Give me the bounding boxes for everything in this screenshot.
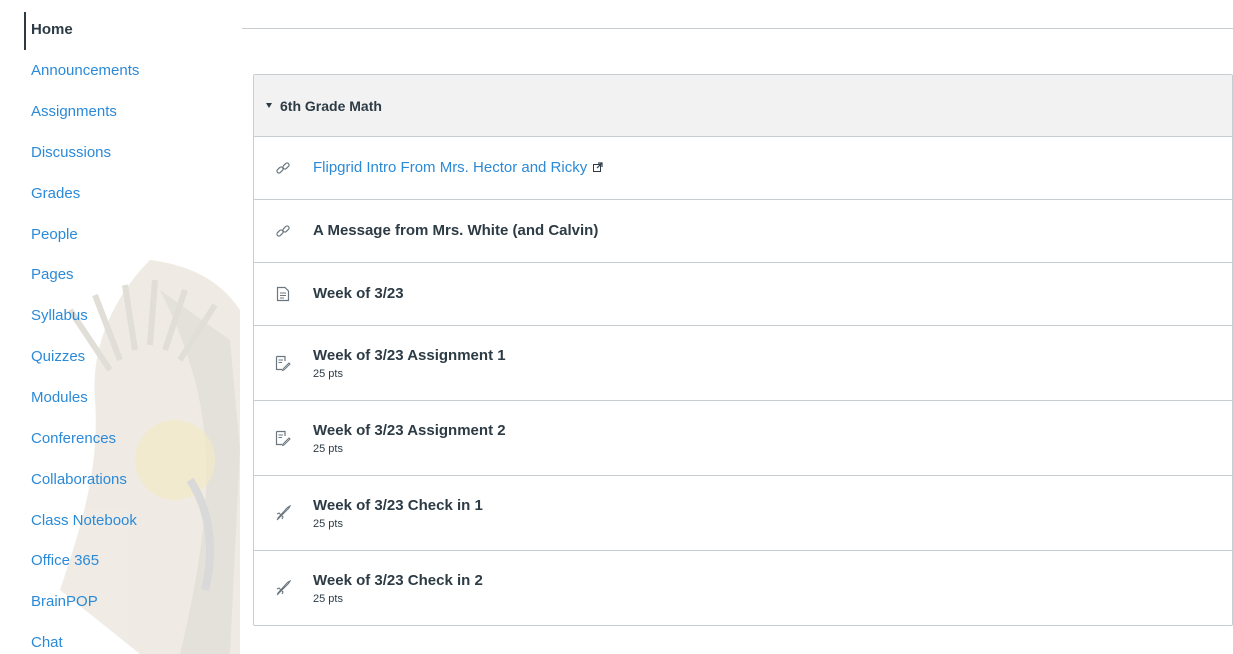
nav-item-chat[interactable]: Chat xyxy=(31,634,63,652)
nav-item-pages[interactable]: Pages xyxy=(31,266,74,284)
nav-item-assignments[interactable]: Assignments xyxy=(31,103,117,121)
module-title: 6th Grade Math xyxy=(280,97,382,114)
assignment-icon xyxy=(274,354,292,372)
module-item[interactable]: Week of 3/23 Assignment 2 25 pts xyxy=(254,401,1232,476)
course-navigation: Home Announcements Assignments Discussio… xyxy=(0,0,240,654)
item-body: Week of 3/23 Check in 2 25 pts xyxy=(313,572,483,605)
item-points: 25 pts xyxy=(313,517,343,530)
nav-item-people[interactable]: People xyxy=(31,226,78,244)
item-title[interactable]: Week of 3/23 Check in 2 xyxy=(313,572,483,589)
nav-item-brainpop[interactable]: BrainPOP xyxy=(31,593,98,611)
item-body: Week of 3/23 xyxy=(313,285,404,303)
nav-item-home[interactable]: Home xyxy=(31,21,73,39)
item-title[interactable]: Week of 3/23 Assignment 1 xyxy=(313,347,506,364)
item-body: A Message from Mrs. White (and Calvin) xyxy=(313,222,598,240)
item-points: 25 pts xyxy=(313,367,343,380)
top-divider xyxy=(242,28,1233,29)
item-body: Week of 3/23 Assignment 1 25 pts xyxy=(313,347,506,380)
item-title-link[interactable]: Flipgrid Intro From Mrs. Hector and Rick… xyxy=(313,159,587,176)
nav-item-grades[interactable]: Grades xyxy=(31,185,80,203)
nav-item-collaborations[interactable]: Collaborations xyxy=(31,471,127,489)
module-6th-grade-math: 6th Grade Math Flipgrid Intro From Mrs. … xyxy=(253,74,1233,626)
nav-item-quizzes[interactable]: Quizzes xyxy=(31,348,85,366)
nav-item-office-365[interactable]: Office 365 xyxy=(31,552,99,570)
item-body: Flipgrid Intro From Mrs. Hector and Rick… xyxy=(313,159,603,177)
page-icon xyxy=(274,285,292,303)
module-item[interactable]: Week of 3/23 Check in 2 25 pts xyxy=(254,551,1232,625)
item-title[interactable]: Week of 3/23 Check in 1 xyxy=(313,497,483,514)
item-points: 25 pts xyxy=(313,442,343,455)
collapse-arrow-icon[interactable] xyxy=(266,103,272,108)
external-link-icon xyxy=(593,159,603,177)
item-body: Week of 3/23 Check in 1 25 pts xyxy=(313,497,483,530)
nav-item-announcements[interactable]: Announcements xyxy=(31,62,139,80)
module-item[interactable]: Week of 3/23 xyxy=(254,263,1232,326)
nav-item-discussions[interactable]: Discussions xyxy=(31,144,111,162)
item-points: 25 pts xyxy=(313,592,343,605)
assignment-icon xyxy=(274,429,292,447)
nav-item-class-notebook[interactable]: Class Notebook xyxy=(31,512,137,530)
nav-active-indicator xyxy=(24,12,26,50)
module-item[interactable]: Flipgrid Intro From Mrs. Hector and Rick… xyxy=(254,137,1232,200)
link-icon xyxy=(274,159,292,177)
item-title[interactable]: Week of 3/23 xyxy=(313,285,404,302)
quiz-icon xyxy=(274,504,292,522)
item-title[interactable]: Week of 3/23 Assignment 2 xyxy=(313,422,506,439)
item-body: Week of 3/23 Assignment 2 25 pts xyxy=(313,422,506,455)
item-title[interactable]: A Message from Mrs. White (and Calvin) xyxy=(313,222,598,239)
course-page: Home Announcements Assignments Discussio… xyxy=(0,0,1233,654)
module-item[interactable]: Week of 3/23 Assignment 1 25 pts xyxy=(254,326,1232,401)
quiz-icon xyxy=(274,579,292,597)
nav-item-syllabus[interactable]: Syllabus xyxy=(31,307,88,325)
module-item[interactable]: A Message from Mrs. White (and Calvin) xyxy=(254,200,1232,263)
module-header[interactable]: 6th Grade Math xyxy=(254,75,1232,137)
link-icon xyxy=(274,222,292,240)
nav-item-modules[interactable]: Modules xyxy=(31,389,88,407)
nav-item-conferences[interactable]: Conferences xyxy=(31,430,116,448)
module-item[interactable]: Week of 3/23 Check in 1 25 pts xyxy=(254,476,1232,551)
